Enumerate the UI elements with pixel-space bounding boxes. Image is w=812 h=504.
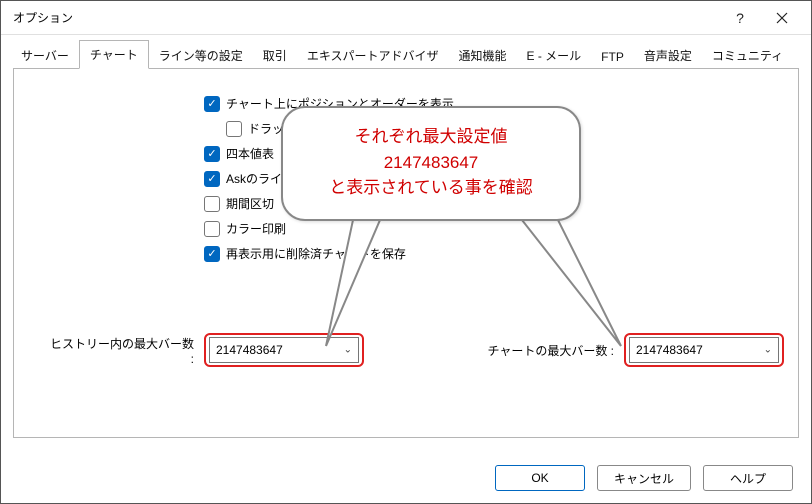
tab-ea[interactable]: エキスパートアドバイザ xyxy=(297,42,449,69)
checkbox-color-print[interactable] xyxy=(204,221,220,237)
tab-server[interactable]: サーバー xyxy=(11,42,79,69)
tab-chart[interactable]: チャート xyxy=(79,40,149,69)
callout-line1: それぞれ最大設定値 xyxy=(293,124,569,150)
tab-lines[interactable]: ライン等の設定 xyxy=(149,42,253,69)
checkbox-ohlc[interactable]: ✓ xyxy=(204,146,220,162)
bars-row: ヒストリー内の最大バー数 : 2147483647 ⌄ チャートの最大バー数 :… xyxy=(44,333,784,367)
checkbox-period-sep[interactable] xyxy=(204,196,220,212)
help-button[interactable]: ヘルプ xyxy=(703,465,793,491)
options-dialog: オプション ? サーバー チャート ライン等の設定 取引 エキスパートアドバイザ… xyxy=(0,0,812,504)
checkbox-show-positions[interactable]: ✓ xyxy=(204,96,220,112)
combo-chart-bars[interactable]: 2147483647 ⌄ xyxy=(629,337,779,363)
label-ohlc: 四本値表 xyxy=(226,145,274,162)
tab-ftp[interactable]: FTP xyxy=(591,45,634,69)
tab-community[interactable]: コミュニティ xyxy=(702,42,793,69)
value-chart-bars: 2147483647 xyxy=(636,343,703,357)
label-color-print: カラー印刷 xyxy=(226,220,286,237)
annotation-callout: それぞれ最大設定値 2147483647 と表示されている事を確認 xyxy=(281,106,581,221)
button-bar: OK キャンセル ヘルプ xyxy=(495,465,793,491)
ok-button[interactable]: OK xyxy=(495,465,585,491)
chevron-down-icon: ⌄ xyxy=(764,345,772,356)
callout-line3: と表示されている事を確認 xyxy=(293,175,569,201)
checkbox-askline[interactable]: ✓ xyxy=(204,171,220,187)
row-save-deleted: ✓ 再表示用に削除済チャートを保存 xyxy=(204,245,764,262)
row-color-print: カラー印刷 xyxy=(204,220,764,237)
tab-notify[interactable]: 通知機能 xyxy=(448,42,516,69)
label-history-bars: ヒストリー内の最大バー数 : xyxy=(44,335,194,366)
value-history-bars: 2147483647 xyxy=(216,343,283,357)
tab-email[interactable]: E - メール xyxy=(516,42,591,69)
callout-line2: 2147483647 xyxy=(293,150,569,176)
window-title: オプション xyxy=(13,9,719,26)
tab-strip: サーバー チャート ライン等の設定 取引 エキスパートアドバイザ 通知機能 E … xyxy=(1,35,811,69)
close-icon[interactable] xyxy=(761,4,803,32)
label-period-sep: 期間区切 xyxy=(226,195,274,212)
tab-trade[interactable]: 取引 xyxy=(253,42,297,69)
tab-sound[interactable]: 音声設定 xyxy=(634,42,702,69)
cancel-button[interactable]: キャンセル xyxy=(597,465,691,491)
checkbox-save-deleted[interactable]: ✓ xyxy=(204,246,220,262)
checkbox-drag-alt[interactable] xyxy=(226,121,242,137)
highlight-chart-bars: 2147483647 ⌄ xyxy=(624,333,784,367)
label-askline: Askのライ xyxy=(226,170,282,187)
titlebar: オプション ? xyxy=(1,1,811,35)
help-icon[interactable]: ? xyxy=(719,4,761,32)
